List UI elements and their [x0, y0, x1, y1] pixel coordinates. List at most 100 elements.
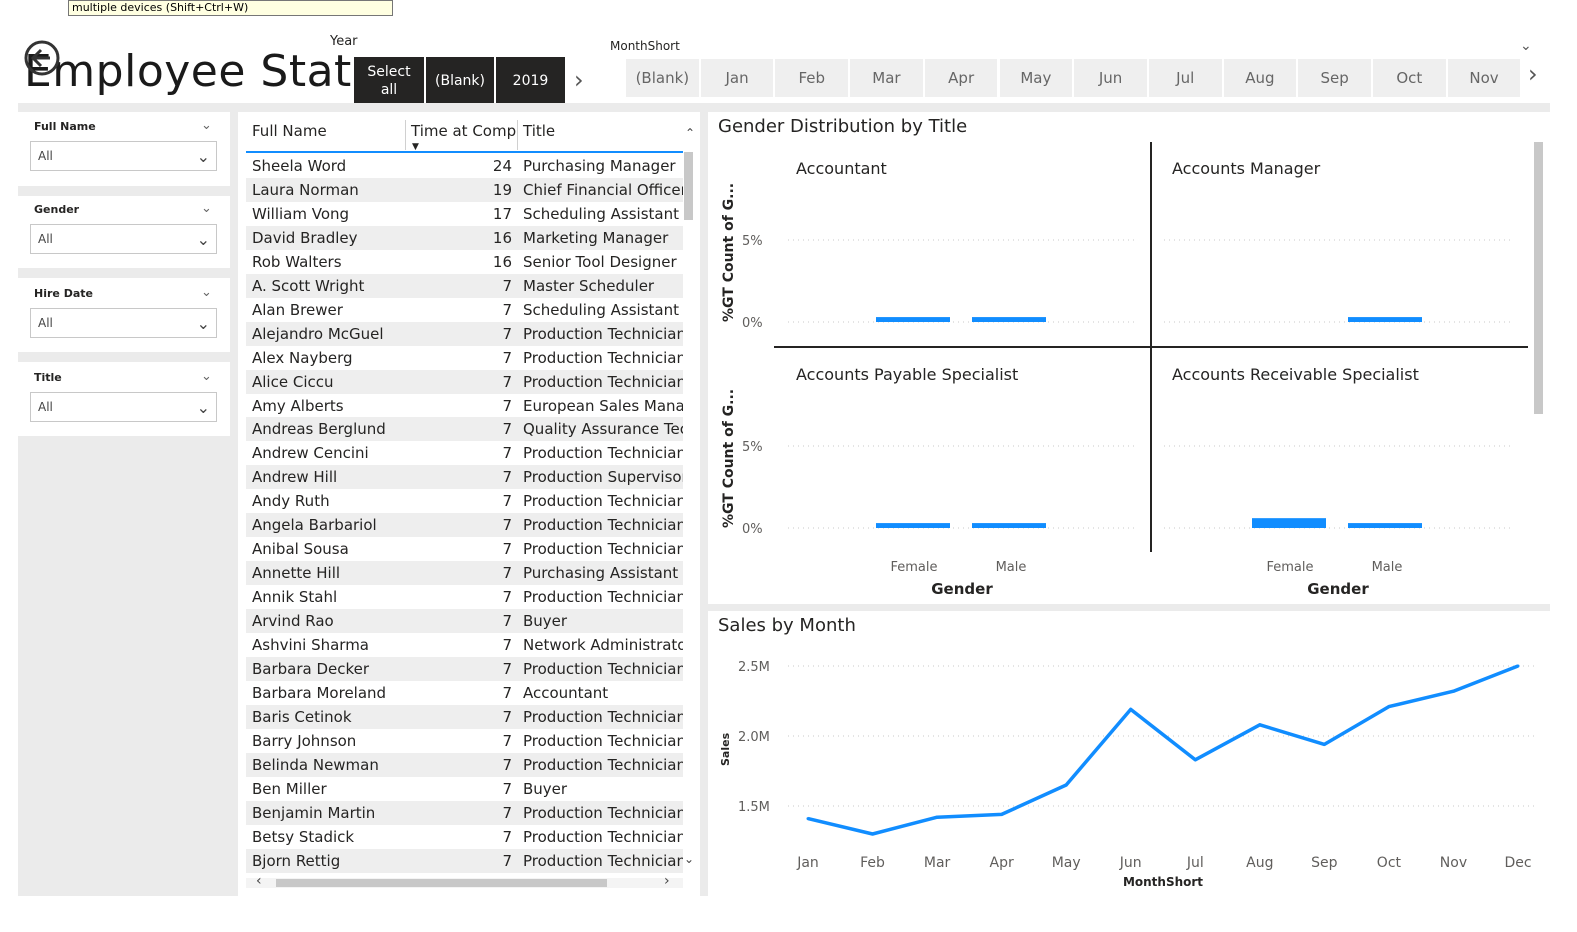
- column-header-full-name[interactable]: Full Name: [252, 122, 327, 140]
- bar-female: [876, 523, 950, 528]
- cell-full-name: Bjorn Rettig: [252, 851, 341, 870]
- table-row[interactable]: Benjamin Martin 7 Production Technician: [246, 800, 683, 825]
- table-row[interactable]: Ashvini Sharma 7 Network Administrator: [246, 633, 683, 657]
- cell-time-at-comp: 7: [502, 851, 512, 870]
- month-button-7[interactable]: Jul: [1148, 59, 1223, 97]
- back-arrow-icon[interactable]: [22, 38, 62, 78]
- cell-time-at-comp: 24: [492, 157, 512, 175]
- table-row[interactable]: Betsy Stadick 7 Production Technician: [246, 825, 683, 849]
- cell-title: Production Technician: [523, 348, 683, 367]
- chevron-down-icon[interactable]: ⌄: [201, 285, 212, 300]
- full-name-dropdown[interactable]: All ⌄: [30, 141, 217, 171]
- x-tick-label: Dec: [1504, 855, 1531, 871]
- cell-title: Production Technician: [523, 755, 683, 774]
- cell-full-name: Barbara Decker: [252, 659, 370, 678]
- month-button-1[interactable]: Jan: [700, 59, 775, 97]
- y-tick-label: 2.5M: [738, 660, 770, 675]
- scroll-right-icon[interactable]: ›: [664, 873, 670, 889]
- gender-chart-svg: Accountant 5% 0% %GT Count of G... Accounts …: [721, 142, 1528, 598]
- month-button-3[interactable]: Mar: [850, 59, 924, 97]
- table-row[interactable]: Bjorn Rettig 7 Production Technician: [246, 848, 683, 873]
- month-button-5[interactable]: May: [999, 59, 1074, 97]
- table-row[interactable]: Barbara Decker 7 Production Technician: [246, 656, 683, 681]
- chevron-down-icon[interactable]: ⌄: [201, 201, 212, 216]
- y-tick-label: 0%: [742, 316, 763, 331]
- cell-time-at-comp: 7: [502, 372, 512, 391]
- table-row[interactable]: Andrew Hill 7 Production Supervisor: [246, 465, 683, 490]
- table-row[interactable]: Sheela Word 24 Purchasing Manager: [246, 154, 683, 178]
- cell-full-name: Anibal Sousa: [252, 540, 349, 559]
- gender-dropdown[interactable]: All ⌄: [30, 224, 217, 254]
- table-row[interactable]: Barbara Moreland 7 Accountant: [246, 681, 683, 705]
- month-button-8[interactable]: Aug: [1223, 59, 1298, 97]
- cell-title: Scheduling Assistant: [523, 300, 679, 319]
- table-row[interactable]: A. Scott Wright 7 Master Scheduler: [246, 273, 683, 298]
- table-row[interactable]: Ben Miller 7 Buyer: [246, 777, 683, 801]
- year-slicer-label: Year: [330, 34, 358, 49]
- table-row[interactable]: Andreas Berglund 7 Quality Assurance Tech: [246, 417, 683, 442]
- cell-full-name: Alice Ciccu: [252, 372, 334, 391]
- vertical-scrollbar-thumb[interactable]: [684, 152, 693, 220]
- cell-title: Master Scheduler: [523, 276, 655, 295]
- table-row[interactable]: Andrew Cencini 7 Production Technician: [246, 441, 683, 465]
- cell-full-name: Laura Norman: [252, 180, 359, 199]
- table-row[interactable]: Barry Johnson 7 Production Technician: [246, 729, 683, 753]
- x-tick-label: Nov: [1440, 855, 1467, 871]
- table-row[interactable]: Belinda Newman 7 Production Technician: [246, 752, 683, 777]
- column-header-title[interactable]: Title: [523, 122, 555, 140]
- cell-title: Production Technician: [523, 516, 683, 535]
- table-row[interactable]: David Bradley 16 Marketing Manager: [246, 225, 683, 250]
- table-row[interactable]: Alan Brewer 7 Scheduling Assistant: [246, 298, 683, 322]
- scroll-left-icon[interactable]: ‹: [256, 873, 262, 889]
- cell-title: Network Administrator: [523, 636, 683, 654]
- month-button-9[interactable]: Sep: [1298, 59, 1372, 97]
- cell-title: Production Technician: [523, 540, 683, 559]
- year-blank-button[interactable]: (Blank): [426, 57, 495, 104]
- table-row[interactable]: Annik Stahl 7 Production Technician: [246, 585, 683, 609]
- table-row[interactable]: Baris Cetinok 7 Production Technician: [246, 704, 683, 729]
- horizontal-scrollbar-thumb[interactable]: [276, 879, 607, 887]
- table-row[interactable]: Andy Ruth 7 Production Technician: [246, 489, 683, 513]
- scroll-down-icon[interactable]: ⌄: [684, 852, 694, 866]
- y-tick-label: 0%: [742, 522, 763, 537]
- year-scroll-right-icon[interactable]: ›: [574, 66, 584, 94]
- month-button-4[interactable]: Apr: [924, 59, 999, 97]
- title-dropdown[interactable]: All ⌄: [30, 392, 217, 422]
- cell-time-at-comp: 7: [502, 827, 512, 846]
- x-axis-title: Gender: [931, 580, 993, 598]
- table-row[interactable]: Alice Ciccu 7 Production Technician: [246, 369, 683, 394]
- table-row[interactable]: Rob Walters 16 Senior Tool Designer: [246, 250, 683, 274]
- bar-male: [972, 523, 1046, 528]
- year-select-all-button[interactable]: Select all: [354, 57, 425, 104]
- month-button-11[interactable]: Nov: [1447, 59, 1522, 97]
- month-button-10[interactable]: Oct: [1373, 59, 1447, 97]
- chevron-down-icon[interactable]: ⌄: [201, 369, 212, 384]
- column-header-time-at-comp[interactable]: Time at Comp: [411, 122, 516, 140]
- cell-time-at-comp: 7: [502, 659, 512, 678]
- x-axis-title: Gender: [1307, 580, 1369, 598]
- table-row[interactable]: Amy Alberts 7 European Sales Manag: [246, 394, 683, 418]
- x-tick-label: Jan: [796, 855, 819, 871]
- scroll-up-icon[interactable]: ⌃: [685, 126, 695, 140]
- month-button-6[interactable]: Jun: [1074, 59, 1148, 97]
- month-slicer-chevron-down-icon[interactable]: ⌄: [1520, 38, 1532, 54]
- hire-date-dropdown-value: All: [38, 316, 53, 330]
- table-row[interactable]: Alejandro McGuel 7 Production Technician: [246, 321, 683, 346]
- table-row[interactable]: Laura Norman 19 Chief Financial Officer: [246, 177, 683, 202]
- month-button-0[interactable]: (Blank): [626, 59, 700, 97]
- table-row[interactable]: Angela Barbariol 7 Production Technician: [246, 513, 683, 538]
- year-2019-button[interactable]: 2019: [496, 57, 566, 104]
- title-slicer-title: Title: [34, 371, 62, 384]
- table-row[interactable]: Anibal Sousa 7 Production Technician: [246, 537, 683, 561]
- table-row[interactable]: Alex Nayberg 7 Production Technician: [246, 346, 683, 370]
- table-row[interactable]: Annette Hill 7 Purchasing Assistant: [246, 561, 683, 586]
- cell-time-at-comp: 7: [502, 707, 512, 726]
- table-row[interactable]: William Vong 17 Scheduling Assistant: [246, 202, 683, 226]
- hire-date-dropdown[interactable]: All ⌄: [30, 308, 217, 338]
- chevron-down-icon[interactable]: ⌄: [201, 118, 212, 133]
- month-scroll-right-icon[interactable]: ›: [1528, 60, 1538, 88]
- table-row[interactable]: Arvind Rao 7 Buyer: [246, 609, 683, 634]
- month-button-2[interactable]: Feb: [775, 59, 850, 97]
- bar-female: [1252, 518, 1326, 528]
- data-point-jan: [806, 817, 810, 821]
